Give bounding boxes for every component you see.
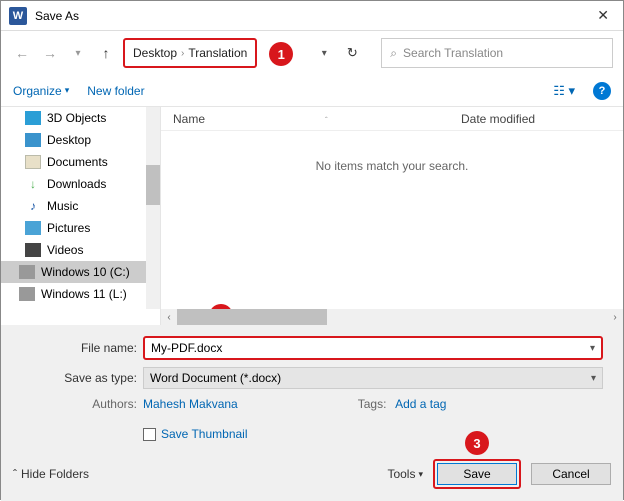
desktop-icon — [25, 133, 41, 147]
back-icon[interactable]: ← — [11, 42, 33, 64]
callout-1: 1 — [269, 42, 293, 66]
help-icon[interactable]: ? — [593, 82, 611, 100]
chevron-down-icon[interactable]: ▾ — [591, 373, 596, 384]
sidebar-item-3d-objects[interactable]: 3D Objects — [1, 107, 160, 129]
window-title: Save As — [35, 9, 591, 23]
authors-value[interactable]: Mahesh Makvana — [143, 397, 238, 411]
view-options-icon[interactable]: ☷ ▾ — [553, 83, 575, 99]
file-list: Nameˆ Date modified No items match your … — [161, 107, 623, 325]
3d-objects-icon — [25, 111, 41, 125]
column-name[interactable]: Nameˆ — [161, 112, 451, 126]
pictures-icon — [25, 221, 41, 235]
videos-icon — [25, 243, 41, 257]
sidebar-item-downloads[interactable]: ↓Downloads — [1, 173, 160, 195]
drive-icon — [19, 287, 35, 301]
checkbox-icon[interactable] — [143, 428, 156, 441]
horizontal-scrollbar[interactable]: 2 ‹ › — [161, 309, 623, 325]
save-thumbnail-checkbox[interactable]: Save Thumbnail — [143, 427, 611, 441]
downloads-icon: ↓ — [25, 177, 41, 191]
tags-label: Tags: — [358, 397, 393, 411]
sidebar-item-music[interactable]: ♪Music — [1, 195, 160, 217]
recent-dropdown-icon[interactable]: ▾ — [67, 42, 89, 64]
tags-value[interactable]: Add a tag — [395, 397, 446, 411]
up-icon[interactable]: ↑ — [95, 42, 117, 64]
scroll-right-icon[interactable]: › — [607, 312, 623, 323]
column-headers: Nameˆ Date modified — [161, 107, 623, 131]
scroll-thumb[interactable] — [177, 309, 327, 325]
forward-icon: → — [39, 42, 61, 64]
breadcrumb[interactable]: Desktop › Translation 1 — [123, 38, 257, 68]
hide-folders-button[interactable]: ˆ Hide Folders — [13, 467, 89, 481]
breadcrumb-item[interactable]: Desktop — [133, 46, 177, 60]
filename-input[interactable]: My-PDF.docx ▾ — [143, 336, 603, 360]
empty-message: No items match your search. — [161, 131, 623, 309]
sort-caret-icon: ˆ — [325, 116, 328, 125]
sidebar-scroll-thumb[interactable] — [146, 165, 160, 205]
toolbar: Organize ▾ New folder ☷ ▾ ? — [1, 75, 623, 107]
filename-label: File name: — [13, 341, 143, 355]
sidebar-item-pictures[interactable]: Pictures — [1, 217, 160, 239]
chevron-up-icon: ˆ — [13, 467, 17, 481]
scroll-left-icon[interactable]: ‹ — [161, 312, 177, 323]
new-folder-button[interactable]: New folder — [87, 84, 144, 98]
main-area: 3D Objects Desktop Documents ↓Downloads … — [1, 107, 623, 325]
sidebar-item-documents[interactable]: Documents — [1, 151, 160, 173]
breadcrumb-item[interactable]: Translation — [188, 46, 247, 60]
navigation-bar: ← → ▾ ↑ Desktop › Translation 1 ▾ ↻ ⌕ Se… — [1, 31, 623, 75]
authors-label: Authors: — [13, 397, 143, 411]
cancel-button[interactable]: Cancel — [531, 463, 611, 485]
drive-icon — [19, 265, 35, 279]
search-icon: ⌕ — [390, 46, 397, 61]
search-input[interactable]: ⌕ Search Translation — [381, 38, 613, 68]
sidebar-scrollbar[interactable] — [146, 107, 160, 309]
title-bar: W Save As ✕ — [1, 1, 623, 31]
sidebar-item-videos[interactable]: Videos — [1, 239, 160, 261]
search-placeholder: Search Translation — [403, 46, 503, 60]
column-date[interactable]: Date modified — [451, 112, 623, 126]
saveastype-select[interactable]: Word Document (*.docx) ▾ — [143, 367, 603, 389]
sidebar-item-windows11[interactable]: Windows 11 (L:) — [1, 283, 160, 305]
chevron-down-icon: ▾ — [65, 85, 70, 96]
music-icon: ♪ — [25, 199, 41, 213]
chevron-down-icon: ▾ — [418, 469, 423, 480]
chevron-right-icon: › — [181, 48, 184, 59]
sidebar-item-windows10[interactable]: Windows 10 (C:) — [1, 261, 160, 283]
word-app-icon: W — [9, 7, 27, 25]
save-button[interactable]: Save — [437, 463, 517, 485]
breadcrumb-dropdown-icon[interactable]: ▾ — [313, 48, 335, 59]
close-icon[interactable]: ✕ — [591, 7, 615, 24]
tools-button[interactable]: Tools ▾ — [387, 467, 423, 481]
sidebar-item-desktop[interactable]: Desktop — [1, 129, 160, 151]
organize-button[interactable]: Organize ▾ — [13, 84, 69, 98]
callout-3: 3 — [465, 431, 489, 455]
chevron-down-icon[interactable]: ▾ — [590, 343, 595, 354]
saveastype-label: Save as type: — [13, 371, 143, 385]
documents-icon — [25, 155, 41, 169]
refresh-icon[interactable]: ↻ — [341, 45, 363, 61]
bottom-panel: File name: My-PDF.docx ▾ Save as type: W… — [1, 325, 623, 501]
sidebar: 3D Objects Desktop Documents ↓Downloads … — [1, 107, 161, 325]
